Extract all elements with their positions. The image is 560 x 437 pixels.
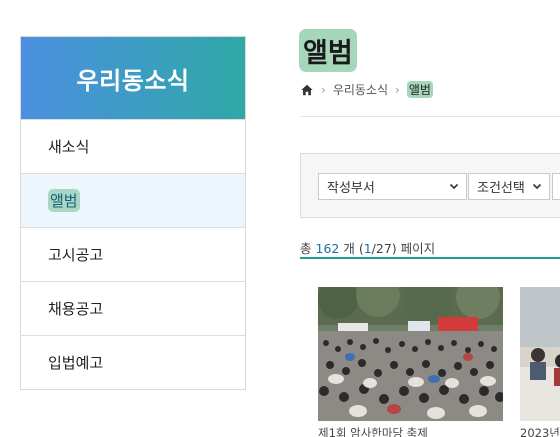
sidebar-item-label: 앨범 <box>48 189 80 212</box>
department-select[interactable]: 작성부서 <box>318 173 467 200</box>
breadcrumb: › 우리동소식 › 앨범 <box>300 81 433 98</box>
chevron-right-icon: › <box>321 82 326 97</box>
sidebar-item-album[interactable]: 앨범 <box>21 173 245 227</box>
album-card[interactable]: 2023년 <box>520 287 560 437</box>
album-caption[interactable]: 제1회 암사한마당 축제 <box>318 425 503 437</box>
album-card[interactable]: 제1회 암사한마당 축제 <box>318 287 503 437</box>
sidebar-item-label: 새소식 <box>48 138 90 156</box>
total-unit: 개 ( <box>343 241 364 256</box>
sidebar-item-notice[interactable]: 고시공고 <box>21 227 245 281</box>
album-caption[interactable]: 2023년 <box>520 425 560 437</box>
total-number: 162 <box>315 241 340 256</box>
condition-select-value: 조건선택 <box>477 181 525 196</box>
breadcrumb-parent[interactable]: 우리동소식 <box>333 81 388 98</box>
chevron-right-icon: › <box>395 82 400 97</box>
breadcrumb-current: 앨범 <box>406 81 433 98</box>
chevron-down-icon <box>532 183 542 190</box>
condition-select[interactable]: 조건선택 <box>468 173 550 200</box>
total-count: 총 162 개 (1/27) 페이지 <box>300 238 435 257</box>
crowd-photo <box>318 287 503 421</box>
chevron-down-icon <box>449 183 459 190</box>
sidebar-item-label: 입법예고 <box>48 354 104 372</box>
total-pages: /27) 페이지 <box>371 241 436 256</box>
sidebar-title: 우리동소식 <box>21 37 245 119</box>
page-title: 앨범 <box>299 29 357 72</box>
sidebar: 우리동소식 새소식 앨범 고시공고 채용공고 입법예고 <box>20 36 246 390</box>
sidebar-item-legislation[interactable]: 입법예고 <box>21 335 245 389</box>
search-input[interactable] <box>552 173 560 200</box>
current-page: 1 <box>363 241 372 256</box>
sidebar-item-news[interactable]: 새소식 <box>21 119 245 173</box>
department-select-value: 작성부서 <box>327 181 375 196</box>
total-underline <box>300 257 560 259</box>
total-prefix: 총 <box>300 241 312 256</box>
sidebar-item-recruit[interactable]: 채용공고 <box>21 281 245 335</box>
home-icon[interactable] <box>300 83 314 97</box>
meeting-photo <box>520 287 560 421</box>
title-divider <box>300 116 560 117</box>
page-title-wrap: 앨범 <box>299 29 357 72</box>
page: 우리동소식 새소식 앨범 고시공고 채용공고 입법예고 앨범 › 우리동소식 ›… <box>0 0 560 437</box>
album-thumbnail[interactable] <box>520 287 560 421</box>
sidebar-item-label: 채용공고 <box>48 300 104 318</box>
album-thumbnail[interactable] <box>318 287 503 421</box>
search-box: 작성부서 조건선택 <box>300 153 560 218</box>
sidebar-item-label: 고시공고 <box>48 246 104 264</box>
